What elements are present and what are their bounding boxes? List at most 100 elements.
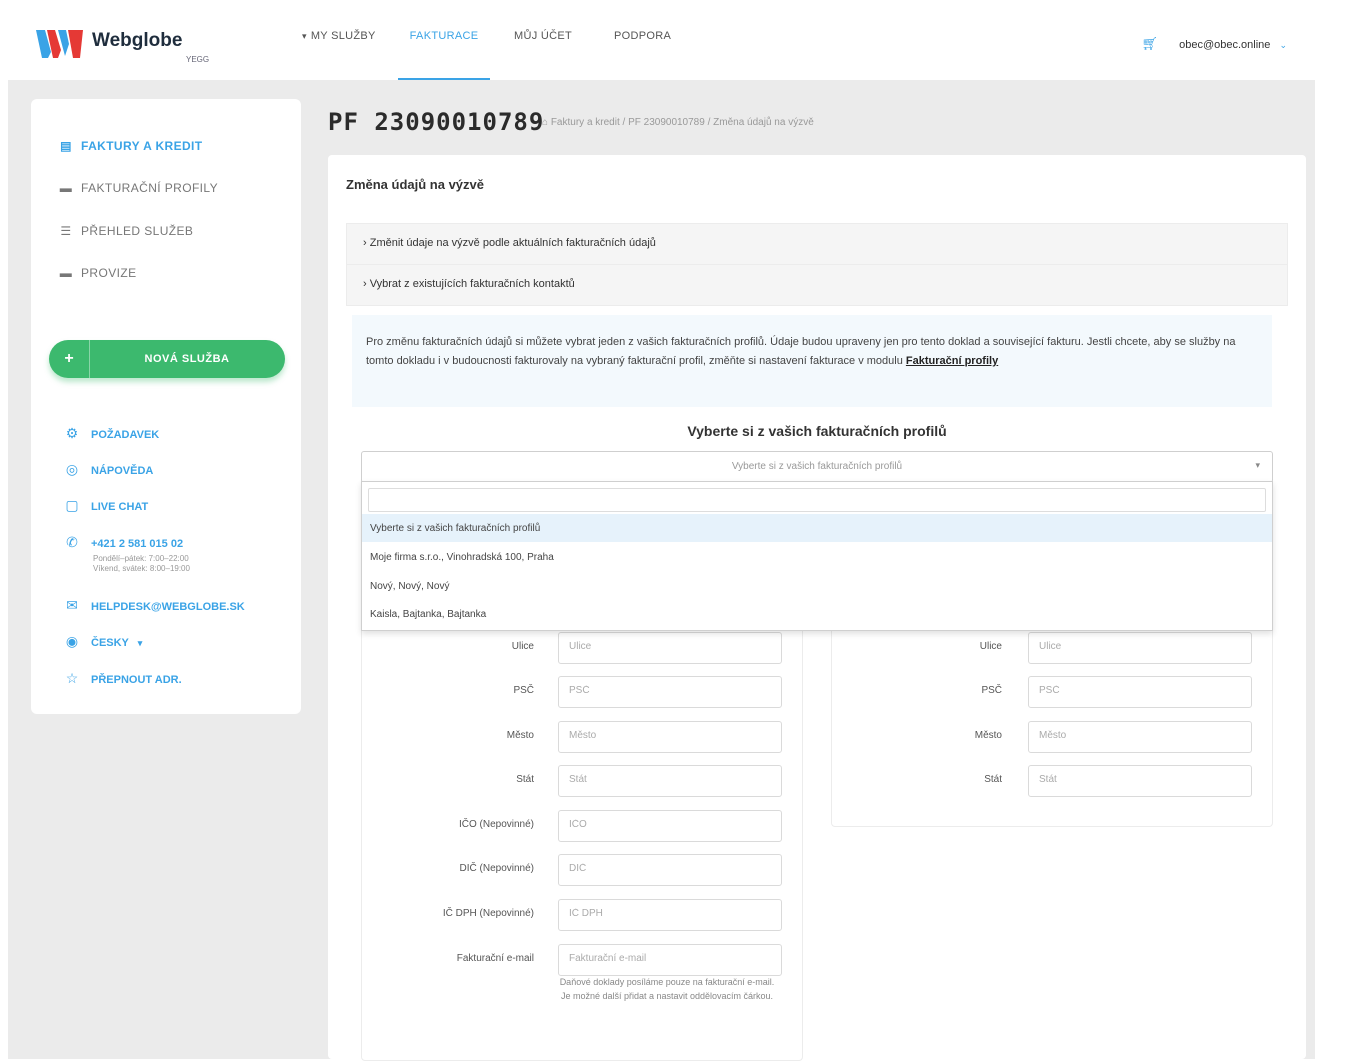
language-switch[interactable]: ◉ ČESKY ▾ — [63, 633, 142, 650]
billing-profile-select[interactable]: Vyberte si z vašich fakturačních profilů… — [361, 451, 1273, 483]
list-icon: ☰ — [60, 224, 72, 238]
vat-field[interactable] — [558, 899, 782, 931]
cart-icon[interactable]: 🛒︎ — [1142, 36, 1159, 51]
country-field[interactable] — [558, 765, 782, 797]
zip-input[interactable] — [1039, 685, 1239, 696]
street-input[interactable] — [1039, 641, 1239, 652]
top-bar: Webglobe YEGG ▾ MY SLUŽBY FAKTURACE MŮJ Ú… — [0, 0, 1359, 81]
country-label: Stát — [516, 774, 534, 785]
globe-icon: ◉ — [65, 633, 79, 649]
pick-title: Vyberte si z vašich fakturačních profilů — [687, 423, 947, 439]
contact-help[interactable]: ◎ NÁPOVĚDA — [63, 461, 153, 478]
ico-field[interactable] — [558, 810, 782, 842]
zip-input[interactable] — [569, 685, 769, 696]
city-label: Město — [506, 730, 534, 741]
dropdown-option[interactable]: Vyberte si z vašich fakturačních profilů — [362, 514, 1272, 542]
contact-live-chat[interactable]: ▢ LIVE CHAT — [63, 497, 148, 514]
dropdown-option[interactable]: Moje firma s.r.o., Vinohradská 100, Prah… — [362, 543, 1272, 571]
street-field[interactable] — [558, 632, 782, 664]
sidebar-item-billing-profiles[interactable]: ▬ FAKTURAČNÍ PROFILY — [59, 181, 218, 195]
contact-label: PŘEPNOUT ADR. — [91, 674, 182, 686]
billing-profiles-link[interactable]: Fakturační profily — [906, 355, 998, 367]
dropdown-search-input[interactable] — [368, 488, 1266, 512]
nav-my-services[interactable]: ▾ MY SLUŽBY — [302, 30, 376, 78]
nav-my-account[interactable]: MŮJ ÚČET — [514, 30, 572, 78]
brand-name: Webglobe — [92, 30, 183, 51]
contact-label: NÁPOVĚDA — [91, 465, 154, 477]
breadcrumb: ⌂ Faktury a kredit / PF 23090010789 / Zm… — [542, 117, 814, 128]
wallet-icon: ▬ — [59, 266, 73, 280]
ico-label: IČO (Nepovinné) — [458, 819, 534, 830]
city-field[interactable] — [1028, 721, 1252, 753]
profile-icon: ▬ — [59, 181, 73, 195]
sidebar: ▤ FAKTURY A KREDIT ▬ FAKTURAČNÍ PROFILY ☰ P… — [31, 99, 301, 714]
nav-label: FAKTURACE — [409, 30, 479, 42]
street-input[interactable] — [569, 641, 769, 652]
city-input[interactable] — [1039, 730, 1239, 741]
phone-hours-weekend: Víkend, svátek: 8:00–19:00 — [93, 564, 190, 573]
accordion-label: › Změnit údaje na výzvě podle aktuálních… — [363, 237, 656, 249]
vat-label: IČ DPH (Nepovinné) — [442, 908, 534, 919]
billing-email-input[interactable] — [569, 953, 769, 964]
user-menu[interactable]: 🛒︎ obec@obec.online ⌄ — [1142, 36, 1287, 52]
dic-field[interactable] — [558, 854, 782, 886]
zip-field[interactable] — [558, 676, 782, 708]
dic-input[interactable] — [569, 863, 769, 874]
vat-input[interactable] — [569, 908, 769, 919]
phone-hours-weekday: Pondělí–pátek: 7:00–22:00 — [93, 554, 189, 563]
option-label: Nový, Nový, Nový — [370, 581, 450, 592]
nav-billing[interactable]: FAKTURACE — [398, 30, 490, 81]
option-label: Moje firma s.r.o., Vinohradská 100, Prah… — [370, 552, 554, 563]
sidebar-item-services-overview[interactable]: ☰ PŘEHLED SLUŽEB — [59, 224, 193, 238]
page-title: PF 23090010789 — [328, 108, 545, 136]
dropdown-option[interactable]: Nový, Nový, Nový — [362, 572, 1272, 600]
option-label: Vyberte si z vašich fakturačních profilů — [370, 523, 541, 534]
mail-icon: ✉ — [66, 597, 78, 613]
contact-phone[interactable]: ✆ +421 2 581 015 02 — [63, 534, 183, 551]
contact-label: POŽADAVEK — [91, 429, 160, 441]
phone-icon: ✆ — [66, 534, 78, 550]
brand-sub: YEGG — [186, 55, 210, 64]
street-label: Ulice — [511, 641, 534, 652]
invoice-icon: ▤ — [60, 139, 72, 153]
accordion-label: › Vybrat z existujících fakturačních kon… — [363, 278, 575, 290]
sidebar-item-label: FAKTURY A KREDIT — [81, 139, 203, 153]
webglobe-logo-icon — [36, 30, 83, 58]
zip-label: PSČ — [981, 685, 1002, 696]
contact-email[interactable]: ✉ HELPDESK@WEBGLOBE.SK — [63, 597, 245, 614]
contact-label: +421 2 581 015 02 — [91, 538, 184, 550]
accordion-existing-contacts[interactable]: › Vybrat z existujících fakturačních kon… — [346, 264, 1288, 306]
phone-hours: Pondělí–pátek: 7:00–22:00 Víkend, svátek… — [93, 554, 190, 574]
help-icon: ◎ — [65, 461, 79, 477]
country-input[interactable] — [569, 774, 769, 785]
nav-support[interactable]: PODPORA — [614, 30, 671, 78]
ico-input[interactable] — [569, 819, 769, 830]
sidebar-item-invoices[interactable]: ▤ FAKTURY A KREDIT — [59, 139, 203, 153]
sidebar-item-commissions[interactable]: ▬ PROVIZE — [59, 266, 136, 280]
nav-label: MY SLUŽBY — [310, 30, 376, 42]
city-field[interactable] — [558, 721, 782, 753]
country-field[interactable] — [1028, 765, 1252, 797]
accordion-current-billing[interactable]: › Změnit údaje na výzvě podle aktuálních… — [346, 223, 1288, 265]
info-text: Pro změnu fakturačních údajů si můžete v… — [366, 336, 1236, 367]
country-input[interactable] — [1039, 774, 1239, 785]
contact-switch-address[interactable]: ☆ PŘEPNOUT ADR. — [63, 670, 182, 687]
dropdown-option[interactable]: Kaisla, Bajtanka, Bajtanka — [362, 600, 1272, 628]
breadcrumb-text[interactable]: Faktury a kredit / PF 23090010789 / Změn… — [551, 117, 814, 128]
info-paragraph: Pro změnu fakturačních údajů si můžete v… — [352, 315, 1272, 389]
home-icon[interactable]: ⌂ — [542, 117, 548, 128]
billing-email-hint: Daňové doklady posíláme pouze na faktura… — [559, 977, 775, 1001]
city-input[interactable] — [569, 730, 769, 741]
contact-label: ČESKY — [91, 637, 129, 649]
zip-field[interactable] — [1028, 676, 1252, 708]
billing-profile-dropdown: Vyberte si z vašich fakturačních profilů… — [361, 481, 1273, 631]
select-value: Vyberte si z vašich fakturačních profilů — [731, 461, 903, 472]
sidebar-item-label: PROVIZE — [81, 266, 137, 280]
contact-request[interactable]: ⚙ POŽADAVEK — [63, 425, 160, 442]
billing-email-field[interactable] — [558, 944, 782, 976]
new-service-button[interactable]: + NOVÁ SLUŽBA — [49, 340, 285, 378]
brand-logo[interactable]: Webglobe YEGG — [36, 24, 210, 68]
street-label: Ulice — [979, 641, 1002, 652]
street-field[interactable] — [1028, 632, 1252, 664]
chevron-down-icon: ▾ — [137, 638, 143, 648]
